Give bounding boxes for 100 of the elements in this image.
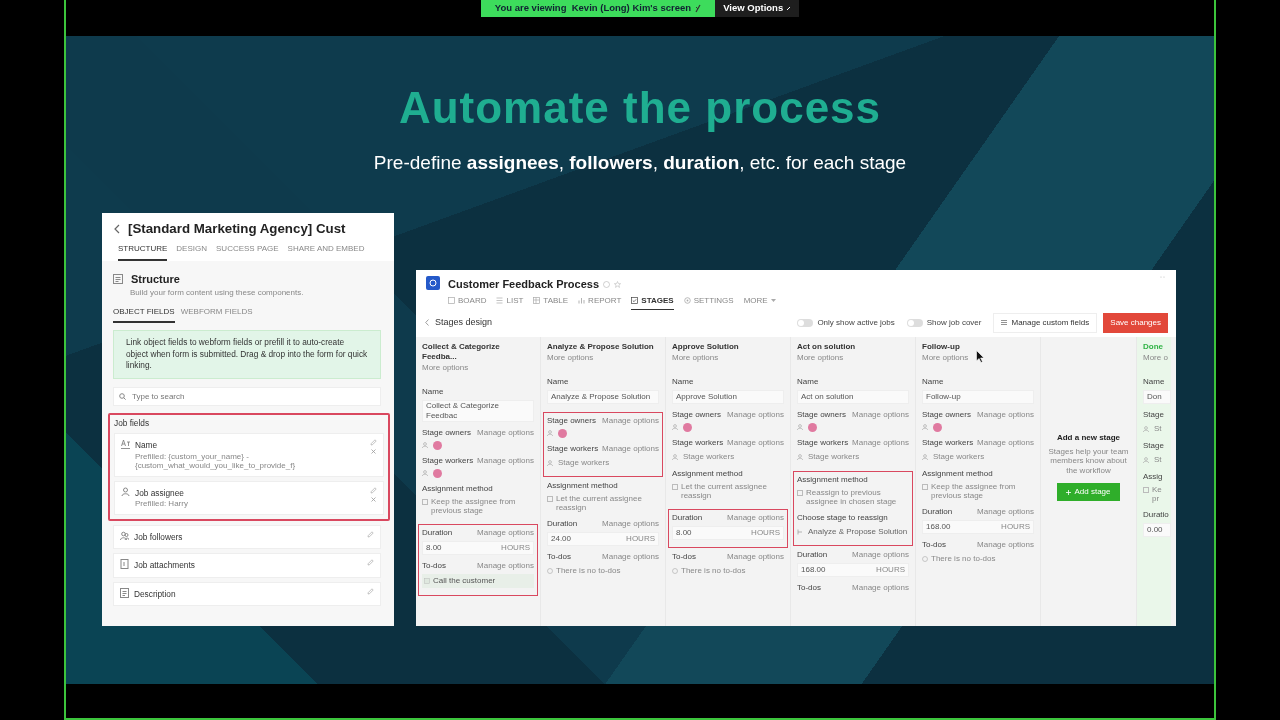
checkbox[interactable] <box>797 489 803 496</box>
edit-icon[interactable] <box>370 439 377 447</box>
process-tab[interactable]: LIST <box>496 294 524 310</box>
edit-icon[interactable] <box>370 486 377 494</box>
manage-fields-button[interactable]: Manage custom fields <box>993 312 1098 333</box>
field-hint: Prefilled: {custom_your_name} - {custom_what_would_you_like_to_provide_f} <box>135 451 297 471</box>
people-field[interactable]: St <box>1154 453 1162 466</box>
people-field[interactable]: Stage workers <box>933 450 985 463</box>
edit-icon[interactable] <box>367 530 374 538</box>
process-tab[interactable]: MORE <box>743 294 776 310</box>
checkbox[interactable] <box>672 483 678 490</box>
add-stage-button[interactable]: Add stage <box>1057 483 1120 501</box>
more-options-link[interactable]: More options <box>922 351 1034 364</box>
field-label: Name <box>797 375 819 388</box>
name-field[interactable]: Approve Solution <box>672 389 784 404</box>
people-field[interactable]: Stage workers <box>683 450 735 463</box>
manage-options-link[interactable]: Manage options <box>977 408 1034 421</box>
duration-field[interactable]: 24.00 HOURS <box>547 531 659 546</box>
field-card[interactable]: Job attachments <box>113 553 381 578</box>
add-stage-hint: Stages help your team members know about the workflow <box>1047 446 1130 475</box>
manage-options-link[interactable]: Manage options <box>852 581 909 594</box>
remove-icon[interactable] <box>371 449 376 455</box>
toggle-switch[interactable] <box>906 318 923 327</box>
search-field[interactable]: Type to search <box>113 386 381 406</box>
more-options-link[interactable]: More options <box>422 361 534 374</box>
name-field[interactable]: Analyze & Propose Solution <box>547 389 659 404</box>
name-field[interactable]: Act on solution <box>797 389 909 404</box>
checkbox-label: Reassign to previous assignee in chosen stage <box>806 487 898 507</box>
unit-label: HOURS <box>501 542 530 553</box>
todo-item[interactable]: Call the customer <box>422 573 534 588</box>
manage-options-link[interactable]: Manage options <box>602 414 659 427</box>
manage-options-link[interactable]: Manage options <box>602 517 659 530</box>
toggle-switch[interactable] <box>797 318 814 327</box>
checkbox[interactable] <box>422 498 428 505</box>
checkbox[interactable] <box>922 483 928 490</box>
empty-todos-text: There is no to-dos <box>931 552 996 565</box>
manage-options-link[interactable]: Manage options <box>727 408 784 421</box>
manage-options-link[interactable]: Manage options <box>727 511 784 524</box>
process-tab[interactable]: SETTINGS <box>683 294 734 310</box>
more-options-link[interactable]: More o <box>1143 351 1171 364</box>
field-tab[interactable]: OBJECT FIELDS <box>113 306 175 324</box>
remove-icon[interactable] <box>371 496 376 502</box>
manage-options-link[interactable]: Manage options <box>977 505 1034 518</box>
save-button[interactable]: Save changes <box>1103 312 1168 333</box>
checkbox[interactable] <box>547 495 553 502</box>
edit-icon[interactable] <box>367 559 374 567</box>
field-label: To-dos <box>922 538 946 551</box>
form-tab[interactable]: SUCCESS PAGE <box>216 242 279 261</box>
manage-options-link[interactable]: Manage options <box>977 436 1034 449</box>
more-options-link[interactable]: More options <box>547 351 659 364</box>
name-field[interactable]: Don <box>1143 389 1171 404</box>
name-field[interactable]: Follow-up <box>922 389 1034 404</box>
people-field[interactable]: Stage workers <box>558 456 610 469</box>
field-card[interactable]: Description <box>113 581 381 607</box>
manage-options-link[interactable]: Manage options <box>727 550 784 563</box>
view-options-button[interactable]: View Options <box>715 0 800 17</box>
manage-options-link[interactable]: Manage options <box>852 436 909 449</box>
more-options-link[interactable]: More options <box>672 351 784 364</box>
form-tab[interactable]: DESIGN <box>176 242 207 261</box>
form-tab[interactable]: SHARE AND EMBED <box>287 242 365 261</box>
form-tab[interactable]: STRUCTURE <box>118 242 168 261</box>
process-tab[interactable]: STAGES <box>631 294 674 310</box>
duration-field[interactable]: 0.00 <box>1143 522 1171 537</box>
field-label: Assignment method <box>672 467 743 480</box>
back-icon[interactable] <box>425 319 429 326</box>
manage-options-link[interactable]: Manage options <box>852 548 909 561</box>
duration-field[interactable]: 168.00 HOURS <box>922 519 1034 534</box>
manage-options-link[interactable]: Manage options <box>852 408 909 421</box>
slide-title: Automate the process <box>398 84 882 132</box>
manage-options-link[interactable]: Manage options <box>602 550 659 563</box>
field-card[interactable]: Job followers <box>113 524 381 550</box>
duration-field[interactable]: 8.00 HOURS <box>422 540 534 555</box>
field-label: Name <box>547 375 569 388</box>
checkbox[interactable] <box>1143 486 1149 493</box>
more-options-link[interactable]: More options <box>797 351 909 364</box>
manage-options-link[interactable]: Manage options <box>477 526 534 539</box>
field-card[interactable]: Name Prefilled: {custom_your_name} - {custom_what_would_you_like_to_provide_f} <box>114 433 384 477</box>
back-icon[interactable] <box>114 223 120 234</box>
people-field[interactable]: Stage workers <box>808 450 860 463</box>
manage-options-link[interactable]: Manage options <box>477 426 534 439</box>
manage-options-link[interactable]: Manage options <box>477 559 534 572</box>
toggle-label: Show job cover <box>926 316 982 329</box>
manage-options-link[interactable]: Manage options <box>727 436 784 449</box>
manage-options-link[interactable]: Manage options <box>477 454 534 467</box>
field-card[interactable]: Job assignee Prefilled: Harry <box>114 480 384 515</box>
people-field[interactable]: St <box>1154 422 1162 435</box>
process-tab[interactable]: REPORT <box>578 294 622 310</box>
duration-field[interactable]: 8.00 HOURS <box>672 525 784 540</box>
field-label: To-dos <box>547 550 571 563</box>
edit-icon[interactable] <box>367 587 374 595</box>
name-field[interactable]: Collect & Categorize Feedbac <box>422 399 534 422</box>
process-tab[interactable]: BOARD <box>448 294 487 310</box>
stage-title: Approve Solution <box>672 341 740 352</box>
manage-options-link[interactable]: Manage options <box>602 442 659 455</box>
field-label: Duration <box>922 505 953 518</box>
process-tab[interactable]: TABLE <box>533 294 569 310</box>
stage-select[interactable]: Analyze & Propose Solution <box>808 525 908 538</box>
manage-options-link[interactable]: Manage options <box>977 538 1034 551</box>
duration-field[interactable]: 168.00 HOURS <box>797 562 909 577</box>
field-tab[interactable]: WEBFORM FIELDS <box>180 306 253 324</box>
